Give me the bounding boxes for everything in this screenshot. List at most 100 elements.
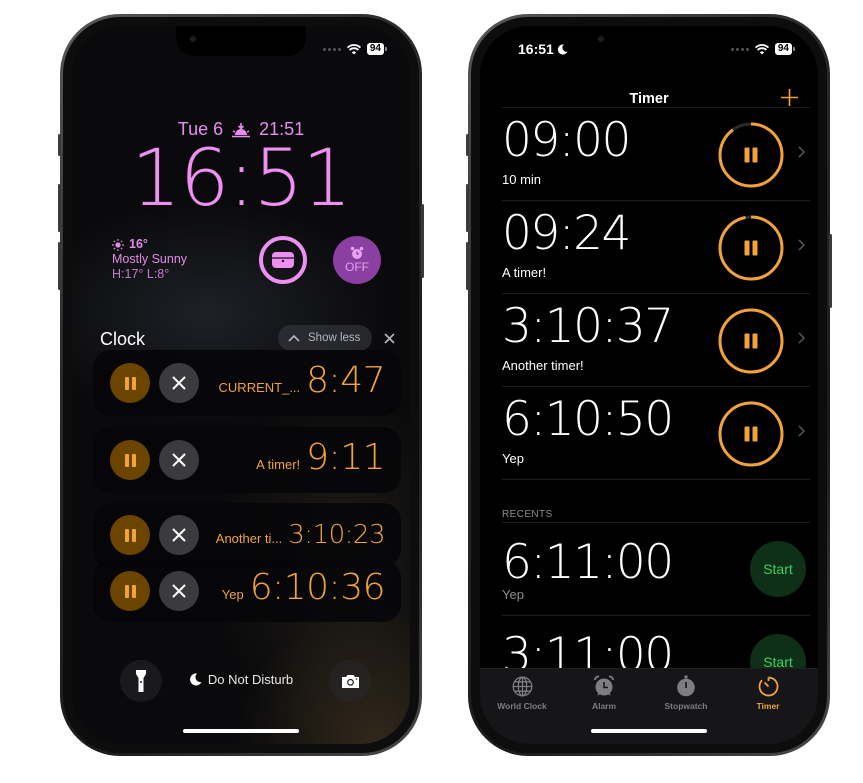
timer-remaining: 8:47 xyxy=(306,360,385,401)
close-icon xyxy=(172,453,186,467)
pause-button[interactable] xyxy=(110,571,150,611)
camera-button[interactable] xyxy=(329,660,371,702)
notification-group-title: Clock xyxy=(100,329,146,349)
show-less-button[interactable]: Show less xyxy=(278,325,373,351)
timer-label: Yep xyxy=(221,587,244,602)
pause-button[interactable] xyxy=(110,363,150,403)
chevron-right-icon[interactable] xyxy=(798,331,806,347)
tab-world-clock[interactable]: World Clock xyxy=(482,675,562,711)
camera-icon xyxy=(341,674,359,688)
plus-icon xyxy=(781,89,798,106)
pause-button[interactable] xyxy=(718,401,784,467)
moon-icon xyxy=(557,43,568,55)
status-time: 16:51 xyxy=(518,41,568,57)
timer-remaining: 6:10:50 xyxy=(502,392,674,447)
timer-notification[interactable]: CURRENT_... 8:47 xyxy=(93,350,401,416)
tab-label: Stopwatch xyxy=(664,701,708,711)
cellular-signal-icon xyxy=(730,47,749,51)
cancel-button[interactable] xyxy=(159,440,199,480)
divider xyxy=(502,479,810,480)
timer-remaining: 09:24 xyxy=(502,206,631,261)
chevron-right-icon[interactable] xyxy=(798,145,806,161)
home-indicator[interactable] xyxy=(591,729,707,733)
status-time-label: 16:51 xyxy=(518,41,554,57)
weather-temperature: 16° xyxy=(129,237,148,251)
sun-icon xyxy=(112,238,124,251)
home-indicator[interactable] xyxy=(183,729,299,733)
timer-notification[interactable]: A timer! 9:11 xyxy=(93,427,401,493)
show-less-label: Show less xyxy=(308,332,361,344)
recents-header: RECENTS xyxy=(502,509,553,520)
pause-button[interactable] xyxy=(718,215,784,281)
mute-switch xyxy=(466,134,469,156)
active-timer-row[interactable]: 3:10:37 Another timer! xyxy=(502,294,810,386)
close-icon xyxy=(172,376,186,390)
cancel-button[interactable] xyxy=(159,515,199,555)
timer-notification[interactable]: Yep 6:10:36 xyxy=(93,560,401,622)
timer-notification[interactable]: Another ti... 3:10:23 xyxy=(93,503,401,567)
tab-alarm[interactable]: Alarm xyxy=(564,675,644,711)
alarm-clock-icon xyxy=(350,246,364,259)
pause-button[interactable] xyxy=(110,515,150,555)
timer-label: A timer! xyxy=(256,457,301,472)
timer-label: Yep xyxy=(502,451,524,466)
chevron-right-icon[interactable] xyxy=(798,238,806,254)
timer-label: 10 min xyxy=(502,172,542,187)
alarm-clock-icon xyxy=(594,675,614,696)
close-icon xyxy=(172,528,186,542)
notch xyxy=(176,26,306,56)
status-bar: 94 xyxy=(322,43,388,55)
cancel-button[interactable] xyxy=(159,363,199,403)
wifi-icon xyxy=(346,43,361,54)
cellular-signal-icon xyxy=(322,47,341,51)
tab-label: World Clock xyxy=(497,701,547,711)
pause-button[interactable] xyxy=(110,440,150,480)
tab-bar: World Clock Alarm Stopwatch Timer xyxy=(480,668,818,744)
chevron-right-icon[interactable] xyxy=(798,424,806,440)
recent-timer-row[interactable]: 6:11:00 Yep Start xyxy=(502,523,810,615)
pause-button[interactable] xyxy=(718,308,784,374)
battery-indicator: 94 xyxy=(366,43,388,55)
weather-widget[interactable]: 16° Mostly Sunny H:17° L:8° xyxy=(112,237,187,282)
weather-high-low: H:17° L:8° xyxy=(112,267,170,281)
moon-icon xyxy=(189,673,202,686)
active-timer-row[interactable]: 09:24 A timer! xyxy=(502,201,810,293)
pause-icon xyxy=(744,240,758,256)
active-timer-row[interactable]: 6:10:50 Yep xyxy=(502,387,810,479)
globe-icon xyxy=(512,676,532,696)
clock-app-screen: 16:51 94 Timer 09:00 10 min 09:24 A timer! 3… xyxy=(480,26,818,744)
timer-remaining: 09:00 xyxy=(502,113,631,168)
tab-stopwatch[interactable]: Stopwatch xyxy=(646,675,726,711)
pause-icon xyxy=(744,426,758,442)
alarm-widget[interactable]: OFF xyxy=(333,236,381,284)
pause-icon xyxy=(124,528,136,542)
pause-icon xyxy=(124,453,136,467)
pause-button[interactable] xyxy=(718,122,784,188)
timer-remaining: 6:10:36 xyxy=(249,567,386,608)
timer-label: CURRENT_... xyxy=(218,380,301,395)
alarm-widget-label: OFF xyxy=(345,260,369,274)
timer-label: Another ti... xyxy=(215,531,283,546)
chevron-up-icon xyxy=(288,334,300,342)
start-button[interactable]: Start xyxy=(750,541,806,597)
pause-icon xyxy=(744,147,758,163)
phone-clock-app: 16:51 94 Timer 09:00 10 min 09:24 A timer! 3… xyxy=(466,14,832,756)
mute-switch xyxy=(58,134,61,156)
cancel-button[interactable] xyxy=(159,571,199,611)
airpods-battery-widget[interactable] xyxy=(259,236,307,284)
pause-icon xyxy=(744,333,758,349)
notch xyxy=(584,26,714,56)
timer-remaining: 9:11 xyxy=(306,437,385,478)
volume-up-button xyxy=(466,184,469,232)
pause-icon xyxy=(124,584,136,598)
volume-down-button xyxy=(466,242,469,290)
tab-label: Alarm xyxy=(591,701,617,711)
weather-condition: Mostly Sunny xyxy=(112,252,188,266)
active-timer-row[interactable]: 09:00 10 min xyxy=(502,108,810,200)
power-button xyxy=(421,204,424,278)
tab-timer[interactable]: Timer xyxy=(728,675,808,711)
close-icon xyxy=(383,332,395,344)
clear-notifications-button[interactable] xyxy=(378,327,400,349)
close-icon xyxy=(172,584,186,598)
page-title: Timer xyxy=(629,91,669,107)
